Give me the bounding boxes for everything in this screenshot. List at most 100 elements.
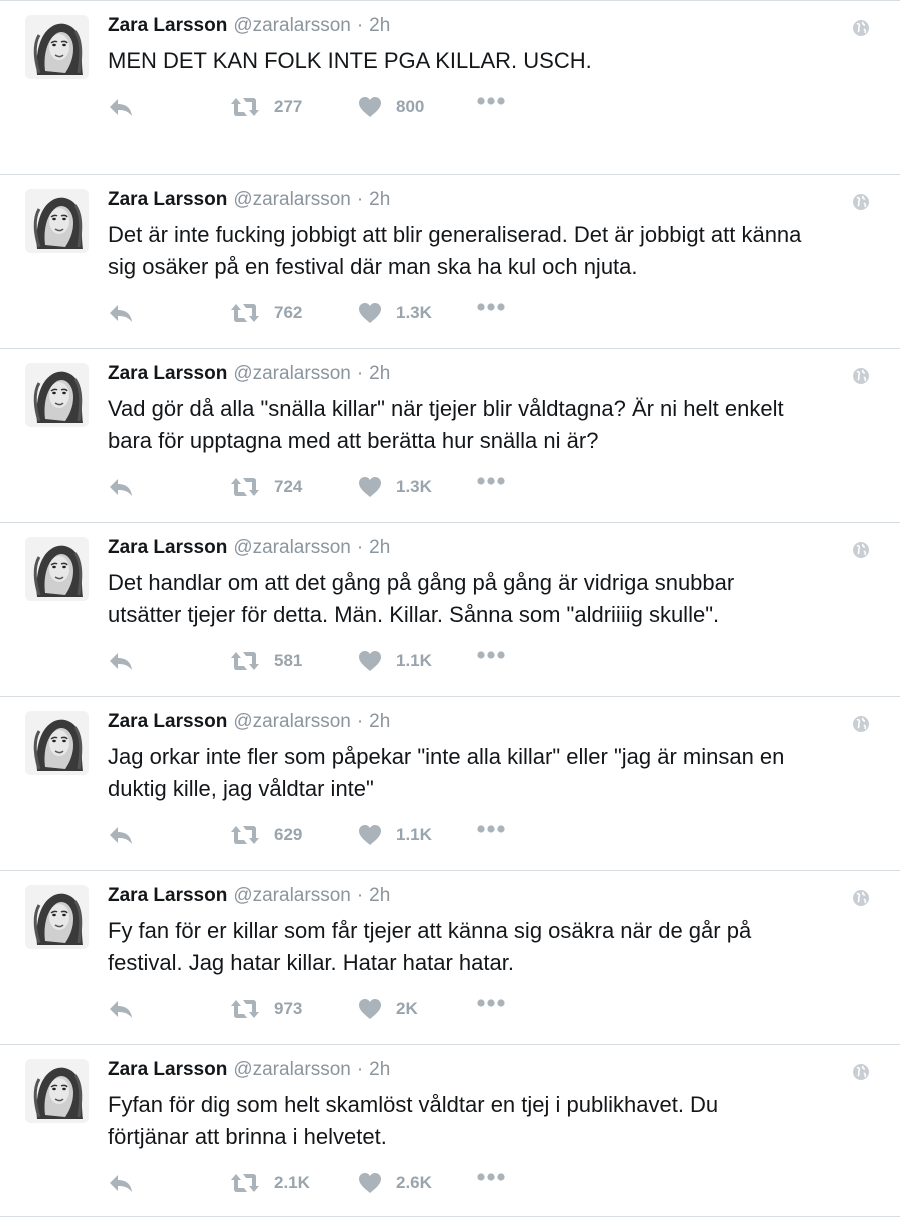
tweet-actions: 762 1.3K [108,302,528,328]
more-button[interactable] [476,96,506,106]
author-handle[interactable]: @zaralarsson [233,15,351,36]
more-icon [476,476,506,486]
globe-icon [852,1063,870,1081]
avatar[interactable] [25,885,89,949]
tweet-actions: 973 2K [108,998,528,1024]
tweet[interactable]: Zara Larsson @zaralarsson · 2h Det är inte … [0,175,900,349]
author-name[interactable]: Zara Larsson [108,885,227,906]
tweet-actions: 2.1K 2.6K [108,1172,528,1198]
reply-button[interactable] [108,650,134,672]
tweet-text: Det handlar om att det gång på gång på g… [108,570,735,627]
retweet-icon [230,302,260,324]
tweet-actions: 629 1.1K [108,824,528,850]
tweet[interactable]: Zara Larsson @zaralarsson · 2h Fy fan för e… [0,871,900,1045]
heart-icon [358,302,382,324]
avatar[interactable] [25,363,89,427]
author-name[interactable]: Zara Larsson [108,537,227,558]
tweet-timestamp[interactable]: 2h [369,1059,390,1080]
tweet-timestamp[interactable]: 2h [369,363,390,384]
author-handle[interactable]: @zaralarsson [233,885,351,906]
tweet[interactable]: Zara Larsson @zaralarsson · 2h MEN DET KAN … [0,1,900,175]
heart-icon [358,650,382,672]
more-button[interactable] [476,824,506,834]
reply-button[interactable] [108,1172,134,1194]
tweet-header: Zara Larsson @zaralarsson · 2h [108,883,870,909]
more-button[interactable] [476,476,506,486]
avatar[interactable] [25,1059,89,1123]
reply-icon [108,302,134,324]
heart-icon [358,1172,382,1194]
tweet-text: Fy fan för er killar som får tjejer att … [108,918,752,975]
separator-dot: · [356,363,364,384]
reply-button[interactable] [108,96,134,118]
retweet-button[interactable]: 581 [230,650,302,672]
reply-icon [108,476,134,498]
like-button[interactable]: 2.6K [358,1172,432,1194]
like-button[interactable]: 800 [358,96,424,118]
globe-icon [852,715,870,733]
separator-dot: · [356,15,364,36]
tweet-text: Fyfan för dig som helt skamlöst våldtar … [108,1092,719,1149]
tweet[interactable]: Zara Larsson @zaralarsson · 2h Jag orkar in… [0,697,900,871]
more-button[interactable] [476,650,506,660]
author-name[interactable]: Zara Larsson [108,15,227,36]
reply-button[interactable] [108,476,134,498]
retweet-button[interactable]: 629 [230,824,302,846]
author-name[interactable]: Zara Larsson [108,189,227,210]
tweet-header: Zara Larsson @zaralarsson · 2h [108,13,870,39]
tweet[interactable]: Zara Larsson @zaralarsson · 2h Fyfan för di… [0,1045,900,1217]
retweet-button[interactable]: 2.1K [230,1172,310,1194]
reply-button[interactable] [108,998,134,1020]
like-button[interactable]: 1.3K [358,476,432,498]
more-icon [476,302,506,312]
more-button[interactable] [476,1172,506,1182]
heart-icon [358,476,382,498]
reply-icon [108,824,134,846]
retweet-icon [230,650,260,672]
author-handle[interactable]: @zaralarsson [233,189,351,210]
tweet-actions: 277 800 [108,96,528,122]
avatar[interactable] [25,15,89,79]
author-handle[interactable]: @zaralarsson [233,1059,351,1080]
tweet-timestamp[interactable]: 2h [369,885,390,906]
retweet-button[interactable]: 762 [230,302,302,324]
like-button[interactable]: 2K [358,998,418,1020]
more-icon [476,824,506,834]
author-name[interactable]: Zara Larsson [108,1059,227,1080]
like-button[interactable]: 1.1K [358,650,432,672]
separator-dot: · [356,189,364,210]
retweet-button[interactable]: 277 [230,96,302,118]
avatar[interactable] [25,189,89,253]
tweet-timestamp[interactable]: 2h [369,537,390,558]
more-button[interactable] [476,998,506,1008]
retweet-button[interactable]: 973 [230,998,302,1020]
retweet-count: 2.1K [274,1173,310,1192]
like-count: 1.1K [396,825,432,844]
more-button[interactable] [476,302,506,312]
like-count: 1.3K [396,477,432,496]
like-button[interactable]: 1.1K [358,824,432,846]
tweet-feed: Zara Larsson @zaralarsson · 2h MEN DET KAN … [0,0,900,1217]
author-name[interactable]: Zara Larsson [108,711,227,732]
retweet-button[interactable]: 724 [230,476,302,498]
tweet-text: Vad gör då alla "snälla killar" när tjej… [108,396,784,453]
author-handle[interactable]: @zaralarsson [233,711,351,732]
tweet-timestamp[interactable]: 2h [369,711,390,732]
author-name[interactable]: Zara Larsson [108,363,227,384]
tweet-timestamp[interactable]: 2h [369,189,390,210]
tweet[interactable]: Zara Larsson @zaralarsson · 2h Det handlar … [0,523,900,697]
tweet[interactable]: Zara Larsson @zaralarsson · 2h Vad gör då a… [0,349,900,523]
reply-button[interactable] [108,302,134,324]
tweet-content: Zara Larsson @zaralarsson · 2h Det handlar … [108,535,870,631]
like-button[interactable]: 1.3K [358,302,432,324]
reply-button[interactable] [108,824,134,846]
more-icon [476,998,506,1008]
separator-dot: · [356,537,364,558]
author-handle[interactable]: @zaralarsson [233,537,351,558]
retweet-count: 629 [274,825,303,844]
avatar[interactable] [25,537,89,601]
author-handle[interactable]: @zaralarsson [233,363,351,384]
tweet-timestamp[interactable]: 2h [369,15,390,36]
like-count: 2K [396,999,418,1018]
avatar[interactable] [25,711,89,775]
